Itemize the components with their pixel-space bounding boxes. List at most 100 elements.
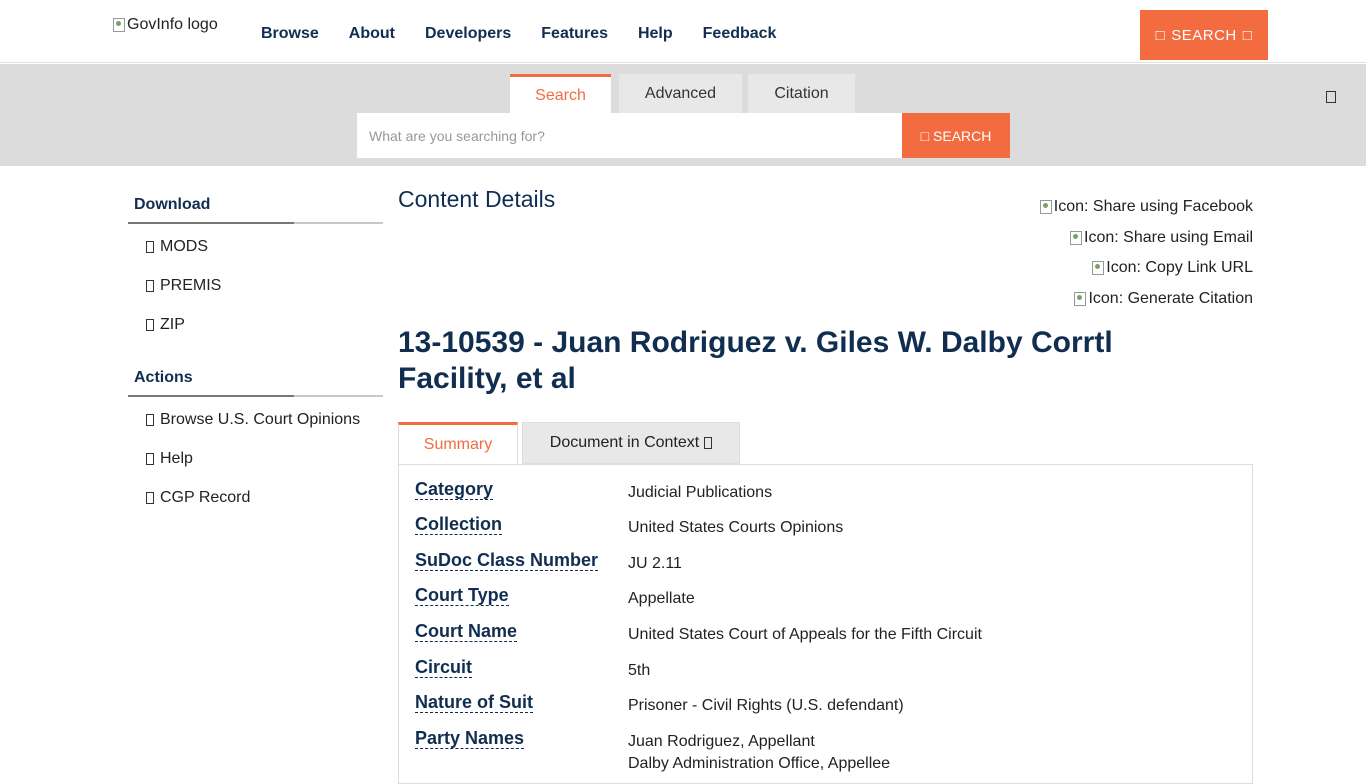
detail-label: Court Name (415, 621, 628, 646)
file-icon (146, 241, 154, 253)
site-header: GovInfo logo Browse About Developers Fea… (0, 0, 1366, 63)
nav-about[interactable]: About (349, 25, 395, 43)
share-facebook[interactable]: Icon: Share using Facebook (1039, 192, 1253, 223)
actions-heading: Actions (128, 359, 383, 397)
tab-summary[interactable]: Summary (398, 422, 518, 464)
detail-row: Nature of Suit Prisoner - Civil Rights (… (415, 692, 904, 717)
party-name: Dalby Administration Office, Appellee (628, 755, 891, 772)
nav-features[interactable]: Features (541, 25, 608, 43)
action-browse-court-opinions[interactable]: Browse U.S. Court Opinions (128, 403, 383, 442)
search-icon: □ (920, 127, 930, 144)
court-name-value: United States Court of Appeals for the F… (628, 626, 982, 643)
tab-document-in-context[interactable]: Document in Context (522, 422, 740, 464)
party-name: Juan Rodriguez, Appellant (628, 733, 815, 750)
citation-icon (1074, 291, 1087, 306)
sudoc-value: JU 2.11 (628, 555, 682, 572)
download-premis-label: PREMIS (160, 277, 222, 294)
tab-advanced[interactable]: Advanced (619, 74, 742, 114)
broken-image-icon (113, 18, 125, 32)
help-icon (146, 453, 154, 465)
nav-developers[interactable]: Developers (425, 25, 511, 43)
action-browse-label: Browse U.S. Court Opinions (160, 411, 361, 428)
chevron-icon: □ (1242, 26, 1253, 44)
download-mods-label: MODS (160, 238, 208, 255)
summary-panel: Category Judicial Publications Collectio… (398, 464, 1253, 784)
logo-alt-text: GovInfo logo (127, 16, 218, 33)
nature-of-suit-value: Prisoner - Civil Rights (U.S. defendant) (628, 697, 904, 714)
court-type-value: Appellate (628, 590, 695, 607)
search-submit-button[interactable]: □ SEARCH (902, 113, 1010, 158)
detail-row: Circuit 5th (415, 657, 650, 682)
email-icon (1070, 230, 1083, 245)
search-button-label: SEARCH (933, 127, 992, 144)
action-cgp-record[interactable]: CGP Record (128, 481, 383, 520)
document-title: 13-10539 - Juan Rodriguez v. Giles W. Da… (398, 326, 1113, 395)
download-zip[interactable]: ZIP (128, 308, 383, 347)
govinfo-logo[interactable]: GovInfo logo (113, 16, 218, 34)
share-facebook-label: Icon: Share using Facebook (1053, 198, 1253, 216)
header-search-label: SEARCH (1171, 26, 1237, 44)
share-email[interactable]: Icon: Share using Email (1040, 223, 1253, 254)
search-band: Search Advanced Citation What are you se… (0, 64, 1366, 166)
external-link-icon (704, 437, 713, 449)
nav-help[interactable]: Help (638, 25, 673, 43)
category-label[interactable]: Category (415, 479, 494, 500)
tab-citation[interactable]: Citation (748, 74, 855, 114)
nature-of-suit-label[interactable]: Nature of Suit (415, 692, 534, 713)
detail-row: Collection United States Courts Opinions (415, 514, 843, 539)
detail-row: SuDoc Class Number JU 2.11 (415, 550, 682, 575)
main-nav: Browse About Developers Features Help Fe… (261, 25, 776, 43)
facebook-icon (1039, 200, 1052, 215)
header-search-button[interactable]: □ SEARCH □ (1140, 10, 1268, 60)
copy-link-label: Icon: Copy Link URL (1106, 259, 1253, 277)
download-premis[interactable]: PREMIS (128, 269, 383, 308)
collection-value: United States Courts Opinions (628, 519, 844, 536)
file-icon (146, 319, 154, 331)
detail-label: Collection (415, 514, 628, 539)
party-names-label[interactable]: Party Names (415, 728, 525, 749)
generate-citation[interactable]: Icon: Generate Citation (1040, 284, 1253, 315)
search-icon: □ (1155, 26, 1166, 44)
detail-tabs: Summary Document in Context (398, 422, 740, 464)
file-icon (146, 280, 154, 292)
court-type-label[interactable]: Court Type (415, 585, 509, 606)
nav-feedback[interactable]: Feedback (703, 25, 777, 43)
download-mods[interactable]: MODS (128, 230, 383, 269)
detail-label: Court Type (415, 585, 628, 610)
detail-label: SuDoc Class Number (415, 550, 628, 575)
search-tabs: Search Advanced Citation (510, 74, 855, 114)
detail-row: Category Judicial Publications (415, 479, 772, 504)
detail-label: Circuit (415, 657, 628, 682)
tab-document-label: Document in Context (549, 434, 700, 451)
detail-row: Court Type Appellate (415, 585, 695, 610)
share-links: Icon: Share using Facebook Icon: Share u… (1039, 192, 1253, 315)
copy-link[interactable]: Icon: Copy Link URL (1040, 253, 1253, 284)
nav-browse[interactable]: Browse (261, 25, 319, 43)
circuit-value: 5th (628, 662, 651, 679)
link-icon (146, 414, 154, 426)
detail-label: Nature of Suit (415, 692, 628, 717)
tab-search[interactable]: Search (510, 74, 611, 114)
collapse-icon[interactable] (1326, 91, 1336, 103)
download-zip-label: ZIP (160, 316, 185, 333)
download-list: MODS PREMIS ZIP (128, 224, 383, 347)
detail-label: Category (415, 479, 628, 504)
category-value: Judicial Publications (628, 484, 773, 501)
sidebar: Download MODS PREMIS ZIP Actions Browse … (128, 186, 383, 520)
circuit-label[interactable]: Circuit (415, 657, 473, 678)
action-cgp-label: CGP Record (160, 489, 251, 506)
detail-row: Court Name United States Court of Appeal… (415, 621, 982, 646)
content-details-heading: Content Details (398, 186, 556, 212)
action-help-label: Help (160, 450, 193, 467)
share-email-label: Icon: Share using Email (1084, 228, 1253, 246)
action-help[interactable]: Help (128, 442, 383, 481)
actions-list: Browse U.S. Court Opinions Help CGP Reco… (128, 397, 383, 520)
court-name-label[interactable]: Court Name (415, 621, 518, 642)
search-input[interactable]: What are you searching for? (357, 113, 902, 158)
link-icon (1092, 261, 1105, 276)
record-icon (146, 492, 154, 504)
sudoc-label[interactable]: SuDoc Class Number (415, 550, 599, 571)
generate-citation-label: Icon: Generate Citation (1088, 289, 1253, 307)
collection-label[interactable]: Collection (415, 514, 503, 535)
